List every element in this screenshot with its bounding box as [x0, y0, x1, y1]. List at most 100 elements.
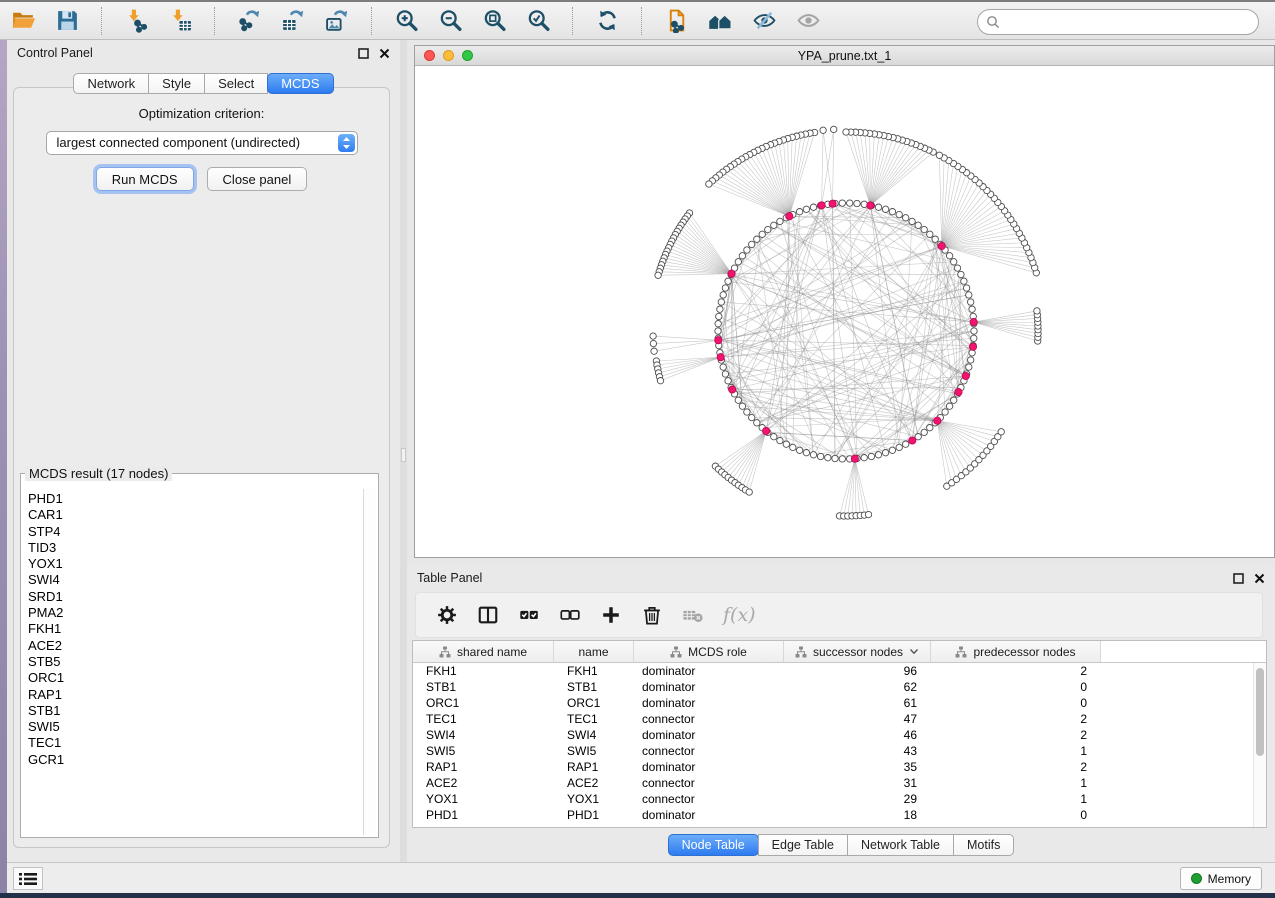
close-mcds-panel-button[interactable]: Close panel — [207, 167, 308, 191]
zoom-out-icon[interactable] — [435, 6, 465, 36]
add-column-icon[interactable] — [600, 604, 622, 626]
table-row[interactable]: FKH1FKH1dominator962 — [413, 663, 1266, 679]
mcds-result-item[interactable]: YOX1 — [28, 556, 362, 572]
control-panel-float-icon[interactable] — [358, 48, 369, 59]
export-network-icon[interactable] — [234, 6, 264, 36]
table-row[interactable]: RAP1RAP1dominator352 — [413, 759, 1266, 775]
column-header-MCDS-role[interactable]: MCDS role — [634, 641, 784, 662]
zoom-fit-icon[interactable] — [479, 6, 509, 36]
import-network-icon[interactable] — [121, 6, 151, 36]
table-row[interactable]: YOX1YOX1connector291 — [413, 791, 1266, 807]
tab-motifs[interactable]: Motifs — [953, 834, 1014, 856]
import-table-icon[interactable] — [165, 6, 195, 36]
table-cell: ACE2 — [413, 775, 554, 791]
table-cell: PHD1 — [413, 807, 554, 823]
status-log-button[interactable] — [13, 867, 43, 890]
column-header-shared-name[interactable]: shared name — [413, 641, 554, 662]
table-cell: 18 — [784, 807, 931, 823]
unselect-all-columns-icon[interactable] — [559, 604, 581, 626]
open-session-icon[interactable] — [8, 6, 38, 36]
mcds-result-item[interactable]: FKH1 — [28, 621, 362, 637]
mcds-result-item[interactable]: TEC1 — [28, 735, 362, 751]
mcds-result-item[interactable]: STB5 — [28, 654, 362, 670]
table-row[interactable]: PHD1PHD1dominator180 — [413, 807, 1266, 823]
table-row[interactable]: ACE2ACE2connector311 — [413, 775, 1266, 791]
table-row[interactable]: SWI4SWI4dominator462 — [413, 727, 1266, 743]
table-scrollbar[interactable] — [1253, 663, 1266, 827]
function-builder-icon: f(x) — [723, 604, 756, 626]
table-row[interactable]: TEC1TEC1connector472 — [413, 711, 1266, 727]
export-table-icon[interactable] — [278, 6, 308, 36]
mcds-result-item[interactable]: ORC1 — [28, 670, 362, 686]
table-cell: 0 — [931, 695, 1101, 711]
control-panel-close-icon[interactable] — [379, 48, 390, 59]
show-columns-icon[interactable] — [477, 604, 499, 626]
mcds-result-item[interactable]: CAR1 — [28, 507, 362, 523]
table-panel-close-icon[interactable] — [1254, 573, 1265, 584]
table-cell: dominator — [634, 807, 784, 823]
mcds-result-item[interactable]: RAP1 — [28, 687, 362, 703]
network-canvas[interactable] — [415, 66, 1274, 557]
mcds-result-item[interactable]: ACE2 — [28, 638, 362, 654]
table-cell: 47 — [784, 711, 931, 727]
vertical-splitter[interactable] — [400, 40, 407, 862]
table-row[interactable]: STB1STB1dominator620 — [413, 679, 1266, 695]
export-image-icon[interactable] — [322, 6, 352, 36]
mcds-result-item[interactable]: PMA2 — [28, 605, 362, 621]
tab-select[interactable]: Select — [204, 73, 268, 94]
tab-network-table[interactable]: Network Table — [847, 834, 954, 856]
column-header-name[interactable]: name — [554, 641, 634, 662]
table-cell: SWI4 — [554, 727, 634, 743]
refresh-icon[interactable] — [592, 6, 622, 36]
run-mcds-button[interactable]: Run MCDS — [96, 167, 194, 191]
network-window-titlebar[interactable]: YPA_prune.txt_1 — [415, 46, 1274, 66]
table-cell: STB1 — [554, 679, 634, 695]
mcds-result-item[interactable]: PHD1 — [28, 491, 362, 507]
save-session-icon[interactable] — [52, 6, 82, 36]
column-header-predecessor-nodes[interactable]: predecessor nodes — [931, 641, 1101, 662]
table-cell: 0 — [931, 679, 1101, 695]
mcds-result-item[interactable]: SRD1 — [28, 589, 362, 605]
share-network-icon[interactable] — [661, 6, 691, 36]
table-cell-filler — [1101, 711, 1266, 727]
mcds-result-item[interactable]: SWI5 — [28, 719, 362, 735]
tab-mcds[interactable]: MCDS — [267, 73, 333, 94]
table-cell: 2 — [931, 759, 1101, 775]
table-cell: dominator — [634, 663, 784, 679]
mcds-result-item[interactable]: GCR1 — [28, 752, 362, 768]
table-panel-float-icon[interactable] — [1233, 573, 1244, 584]
tab-style[interactable]: Style — [148, 73, 205, 94]
toolbar-separator — [572, 7, 573, 35]
optimization-criterion-select[interactable]: largest connected component (undirected) — [46, 131, 358, 155]
mcds-result-title: MCDS result (17 nodes) — [25, 466, 172, 481]
table-cell: connector — [634, 775, 784, 791]
mcds-result-scrollbar[interactable] — [363, 489, 376, 835]
mcds-result-item[interactable]: STP4 — [28, 524, 362, 540]
tab-node-table[interactable]: Node Table — [668, 834, 759, 856]
zoom-selected-icon[interactable] — [523, 6, 553, 36]
table-cell: 2 — [931, 663, 1101, 679]
mcds-result-item[interactable]: SWI4 — [28, 572, 362, 588]
request-networks-icon[interactable] — [705, 6, 735, 36]
mcds-result-fieldset: MCDS result (17 nodes) PHD1CAR1STP4TID3Y… — [20, 466, 379, 838]
tab-edge-table[interactable]: Edge Table — [758, 834, 848, 856]
zoom-in-icon[interactable] — [391, 6, 421, 36]
column-header-successor-nodes[interactable]: successor nodes — [784, 641, 931, 662]
desktop-background — [0, 40, 7, 893]
table-row[interactable]: ORC1ORC1dominator610 — [413, 695, 1266, 711]
memory-button[interactable]: Memory — [1180, 867, 1262, 890]
search-input[interactable] — [977, 9, 1259, 35]
mcds-result-item[interactable]: STB1 — [28, 703, 362, 719]
table-cell: dominator — [634, 695, 784, 711]
mcds-result-list[interactable]: PHD1CAR1STP4TID3YOX1SWI4SRD1PMA2FKH1ACE2… — [22, 489, 362, 835]
settings-icon[interactable] — [436, 604, 458, 626]
table-panel-title: Table Panel — [417, 571, 482, 585]
hide-panels-icon[interactable] — [749, 6, 779, 36]
table-cell-filler — [1101, 727, 1266, 743]
mcds-result-item[interactable]: TID3 — [28, 540, 362, 556]
select-all-columns-icon[interactable] — [518, 604, 540, 626]
node-table: shared namenameMCDS rolesuccessor nodesp… — [412, 640, 1267, 828]
table-row[interactable]: SWI5SWI5connector431 — [413, 743, 1266, 759]
delete-columns-icon[interactable] — [641, 604, 663, 626]
tab-network[interactable]: Network — [73, 73, 149, 94]
